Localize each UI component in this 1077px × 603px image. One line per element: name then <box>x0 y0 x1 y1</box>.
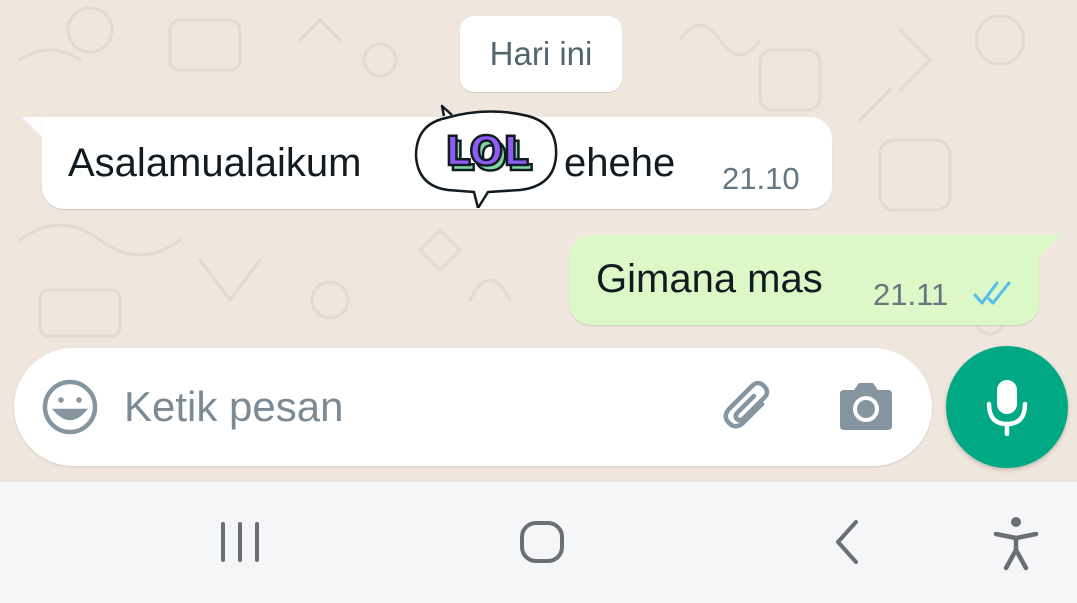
system-navigation-bar <box>0 482 1077 603</box>
recent-apps-icon[interactable] <box>218 514 262 570</box>
message-composer <box>14 348 932 466</box>
outgoing-message-bubble[interactable]: Gimana mas 21.11 <box>569 235 1039 325</box>
chat-screen: Hari ini Asalamualaikum ehehe 21.10 LOL … <box>0 0 1077 603</box>
incoming-message-text-end: ehehe <box>564 141 676 185</box>
outgoing-message-text: Gimana mas <box>596 257 823 301</box>
incoming-message-time: 21.10 <box>722 161 800 196</box>
voice-message-button[interactable] <box>946 346 1068 468</box>
back-icon[interactable] <box>830 514 864 570</box>
home-icon[interactable] <box>518 514 566 570</box>
double-check-read-icon <box>973 281 1011 305</box>
paperclip-icon[interactable] <box>720 376 782 438</box>
smiley-icon[interactable] <box>40 377 100 437</box>
sticker-lol-text: LOL <box>445 129 529 175</box>
lol-sticker[interactable]: LOL LOL <box>412 104 562 208</box>
outgoing-message-time: 21.11 <box>873 277 949 312</box>
accessibility-icon[interactable] <box>992 514 1040 572</box>
message-input[interactable] <box>124 374 684 440</box>
outgoing-bubble-tail <box>1039 235 1061 257</box>
camera-icon[interactable] <box>834 378 898 436</box>
microphone-icon <box>986 380 1028 436</box>
incoming-message-text-start: Asalamualaikum <box>68 141 362 185</box>
date-divider: Hari ini <box>460 16 622 92</box>
incoming-bubble-tail <box>22 117 44 139</box>
